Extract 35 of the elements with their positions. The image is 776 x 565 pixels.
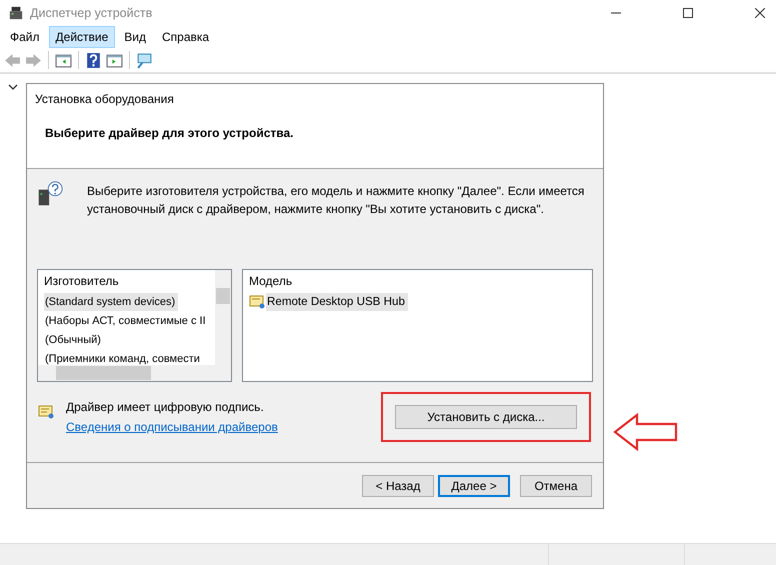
list-item[interactable]: (Наборы АСТ, совместимые с II [44, 312, 209, 330]
computer-icon [9, 6, 23, 20]
dialog-button[interactable]: Далее > [438, 474, 510, 496]
dialog-title: Установка оборудования [35, 92, 174, 106]
monitor-magnifier-icon[interactable] [136, 52, 153, 68]
panel-icon[interactable] [55, 52, 72, 68]
arrow-icon [613, 413, 679, 451]
chevron-icon[interactable] [8, 84, 18, 90]
menu-item[interactable]: Файл [3, 26, 47, 48]
list-item[interactable]: Remote Desktop USB Hub [266, 293, 408, 311]
install-from-disk-button[interactable]: Установить с диска... [395, 405, 577, 429]
dialog-button[interactable]: < Назад [362, 474, 434, 496]
panel-icon[interactable] [106, 52, 123, 68]
certificate-icon [38, 405, 54, 419]
certificate-icon [249, 295, 265, 309]
close-icon[interactable] [755, 8, 765, 18]
vertical-scrollbar[interactable] [215, 270, 231, 365]
list-item[interactable]: (Приемники команд, совмести [44, 350, 203, 368]
dialog-heading: Выберите драйвер для этого устройства. [45, 126, 294, 140]
signature-text: Драйвер имеет цифровую подпись. [66, 400, 264, 414]
instruction-text: Выберите изготовителя устройства, его модель и нажмите кнопку "Далее". Если имеется установочный диск с драйвером, нажмите кнопку "Вы хотите установить с диска". [87, 183, 586, 218]
list-header: Изготовитель [44, 274, 119, 288]
horizontal-scrollbar[interactable] [38, 365, 231, 381]
maximize-icon[interactable] [683, 8, 693, 18]
device-question-icon [37, 181, 63, 207]
list-item[interactable]: (Standard system devices) [44, 293, 178, 311]
menu-item[interactable]: Вид [117, 26, 153, 48]
window-title: Диспетчер устройств [30, 6, 152, 20]
menu-item[interactable]: Справка [155, 26, 216, 48]
help-icon[interactable] [85, 52, 102, 68]
dialog-button[interactable]: Отмена [520, 474, 592, 496]
menu-item[interactable]: Действие [48, 26, 116, 48]
list-header: Модель [249, 274, 292, 288]
signature-link[interactable]: Сведения о подписывании драйверов [66, 420, 278, 434]
list-item[interactable]: (Обычный) [44, 331, 104, 349]
